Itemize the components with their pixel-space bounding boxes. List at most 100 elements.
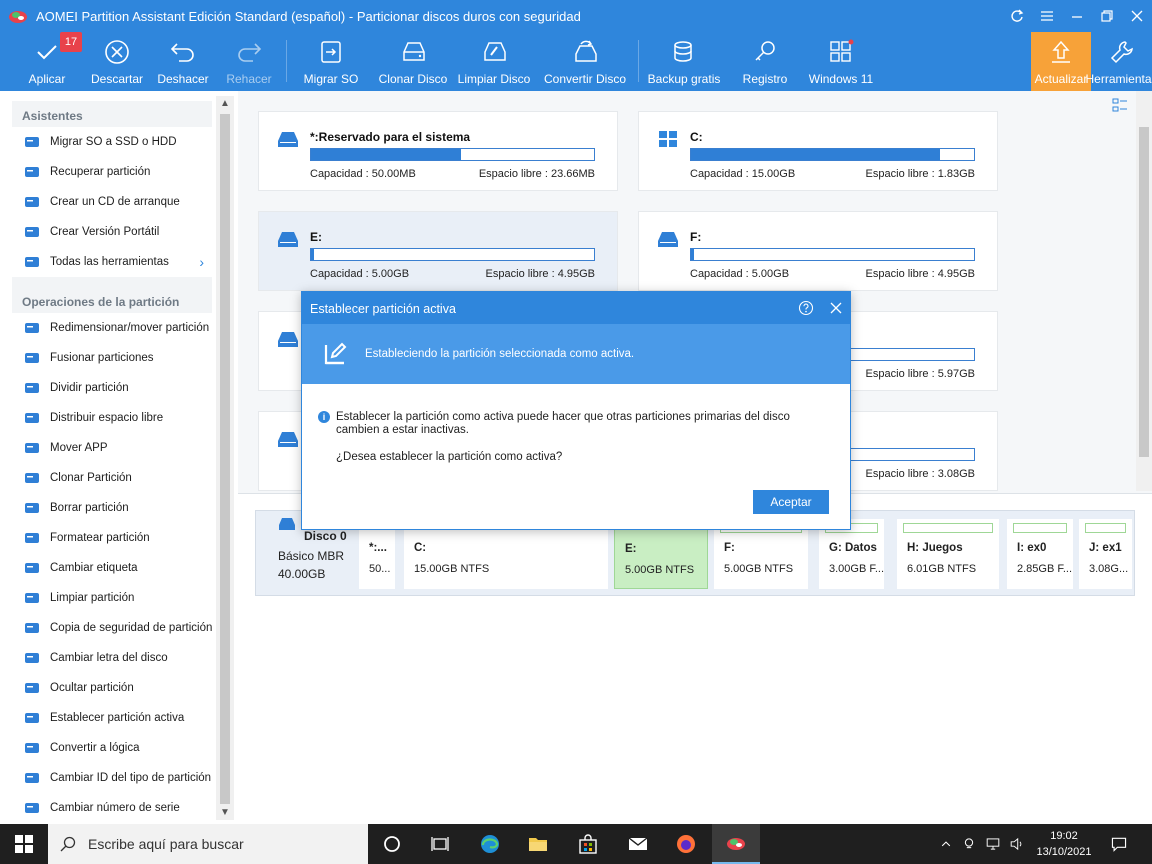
scroll-down-icon[interactable]: ▼ [220, 807, 230, 818]
sidebar-item-wizard[interactable]: Todas las herramientas › [12, 247, 212, 277]
partition-card[interactable]: C: Capacidad : 15.00GB Espacio libre : 1.8… [638, 111, 998, 191]
undo-button[interactable]: Deshacer [152, 32, 214, 91]
toolbar-separator [286, 40, 287, 82]
tray-overflow-button[interactable] [936, 824, 956, 864]
tools-button[interactable]: Herramientas [1085, 32, 1152, 91]
sidebar-item-operation[interactable]: Clonar Partición [12, 463, 212, 493]
edge-button[interactable] [466, 824, 514, 864]
partition-card[interactable]: E: Capacidad : 5.00GB Espacio libre : 4.95… [258, 211, 618, 291]
partition-fs-info: 5.00GB NTFS [724, 563, 794, 575]
register-button[interactable]: Registro [734, 32, 796, 91]
restore-button[interactable] [1092, 0, 1122, 32]
volume-button[interactable] [1006, 824, 1028, 864]
chevron-up-icon [941, 841, 951, 847]
tray-app-button[interactable] [958, 824, 980, 864]
start-button[interactable] [0, 824, 48, 864]
discard-button[interactable]: Descartar [86, 32, 148, 91]
dialog-body: i Establecer la partición como activa pu… [302, 384, 850, 529]
sidebar-item-operation[interactable]: Establecer partición activa [12, 703, 212, 733]
sidebar-item-operation[interactable]: Formatear partición [12, 523, 212, 553]
aomei-taskbar-button[interactable] [712, 824, 760, 864]
convert-disk-button[interactable]: Convertir Disco [544, 32, 626, 91]
store-button[interactable] [564, 824, 612, 864]
merge-icon [25, 353, 39, 363]
mail-button[interactable] [614, 824, 662, 864]
menu-button[interactable] [1032, 0, 1062, 32]
notifications-button[interactable] [1098, 824, 1140, 864]
sidebar-item-label: Mover APP [50, 442, 108, 454]
sidebar-item-operation[interactable]: Limpiar partición [12, 583, 212, 613]
sidebar-item-wizard[interactable]: Crear un CD de arranque [12, 187, 212, 217]
disk-partition-block[interactable]: J: ex1 3.08G... [1079, 519, 1132, 589]
clone-disk-button[interactable]: Clonar Disco [378, 32, 448, 91]
redo-button[interactable]: Rehacer [218, 32, 280, 91]
sidebar-scrollbar[interactable]: ▲ ▼ [216, 96, 234, 820]
drive-letter-icon [25, 653, 39, 663]
partition-drive-icon [278, 432, 298, 447]
refresh-button[interactable] [1002, 0, 1032, 32]
migrate-os-button[interactable]: Migrar SO [300, 32, 362, 91]
sidebar-item-wizard[interactable]: Migrar SO a SSD o HDD [12, 127, 212, 157]
restore-icon [1101, 10, 1113, 22]
windows11-button[interactable]: Windows 11 [806, 32, 876, 91]
sidebar-item-operation[interactable]: Redimensionar/mover partición [12, 313, 212, 343]
sidebar-item-operation[interactable]: Cambiar letra del disco [12, 643, 212, 673]
taskbar-clock[interactable]: 19:02 13/10/2021 [1030, 828, 1098, 860]
sidebar-item-operation[interactable]: Borrar partición [12, 493, 212, 523]
dialog-close-icon[interactable] [828, 300, 844, 316]
sidebar-item-operation[interactable]: Ocultar partición [12, 673, 212, 703]
partition-fs-info: 3.00GB F... [829, 563, 885, 575]
partition-card[interactable]: F: Capacidad : 5.00GB Espacio libre : 4.95… [638, 211, 998, 291]
dialog-header: Estableciendo la partición seleccionada … [302, 324, 850, 384]
title-bar: AOMEI Partition Assistant Edición Standa… [0, 0, 1152, 32]
scrollbar-thumb[interactable] [1139, 127, 1149, 457]
explorer-button[interactable] [514, 824, 562, 864]
backup-button[interactable]: Backup gratis [648, 32, 720, 91]
apply-button[interactable]: Aplicar 17 [16, 32, 82, 91]
firefox-button[interactable] [662, 824, 710, 864]
partition-name: E: [310, 230, 322, 244]
sidebar-item-operation[interactable]: Cambiar ID del tipo de partición [12, 763, 212, 793]
notification-icon [1111, 837, 1127, 852]
close-icon [1131, 10, 1143, 22]
task-view-button[interactable] [416, 824, 464, 864]
sidebar-item-wizard[interactable]: Crear Versión Portátil [12, 217, 212, 247]
cortana-button[interactable] [368, 824, 416, 864]
wizards-section-title: Asistentes [12, 101, 212, 127]
sidebar-item-operation[interactable]: Fusionar particiones [12, 343, 212, 373]
scroll-up-icon[interactable]: ▲ [220, 98, 230, 109]
view-toggle-icon[interactable] [1112, 97, 1128, 113]
sidebar-item-operation[interactable]: Cambiar etiqueta [12, 553, 212, 583]
partition-card[interactable]: *:Reservado para el sistema Capacidad : 5… [258, 111, 618, 191]
minimize-button[interactable] [1062, 0, 1092, 32]
help-icon[interactable] [798, 300, 814, 316]
disk-partition-block[interactable]: I: ex0 2.85GB F... [1007, 519, 1073, 589]
disk-size: 40.00GB [278, 567, 326, 581]
close-button[interactable] [1122, 0, 1152, 32]
sidebar-item-operation[interactable]: Mover APP [12, 433, 212, 463]
scrollbar-thumb[interactable] [220, 114, 230, 804]
search-placeholder: Escribe aquí para buscar [88, 836, 244, 852]
sidebar-item-label: Dividir partición [50, 382, 129, 394]
wipe-partition-icon [25, 593, 39, 603]
sidebar-item-label: Todas las herramientas [50, 256, 169, 268]
sidebar-item-wizard[interactable]: Recuperar partición [12, 157, 212, 187]
sidebar-item-operation[interactable]: Copia de seguridad de partición [12, 613, 212, 643]
cards-scrollbar[interactable] [1136, 91, 1152, 491]
disk-partition-block[interactable]: H: Juegos 6.01GB NTFS [897, 519, 999, 589]
dialog-question: ¿Desea establecer la partición como acti… [336, 451, 563, 463]
sidebar-item-operation[interactable]: Dividir partición [12, 373, 212, 403]
allocate-icon [25, 413, 39, 423]
sidebar-item-operation[interactable]: Distribuir espacio libre [12, 403, 212, 433]
sidebar-item-operation[interactable]: Convertir a lógica [12, 733, 212, 763]
accept-button[interactable]: Aceptar [753, 490, 829, 514]
partition-label: J: ex1 [1089, 542, 1122, 554]
taskbar-search[interactable]: Escribe aquí para buscar [48, 824, 368, 864]
taskbar: Escribe aquí para buscar 19:02 13/10/202… [0, 824, 1152, 864]
wipe-disk-button[interactable]: Limpiar Disco [458, 32, 530, 91]
usage-bar [690, 248, 975, 261]
sidebar-item-operation[interactable]: Cambiar número de serie [12, 793, 212, 819]
clock-time: 19:02 [1050, 830, 1078, 842]
network-button[interactable] [982, 824, 1004, 864]
update-button[interactable]: Actualizar [1031, 32, 1091, 91]
